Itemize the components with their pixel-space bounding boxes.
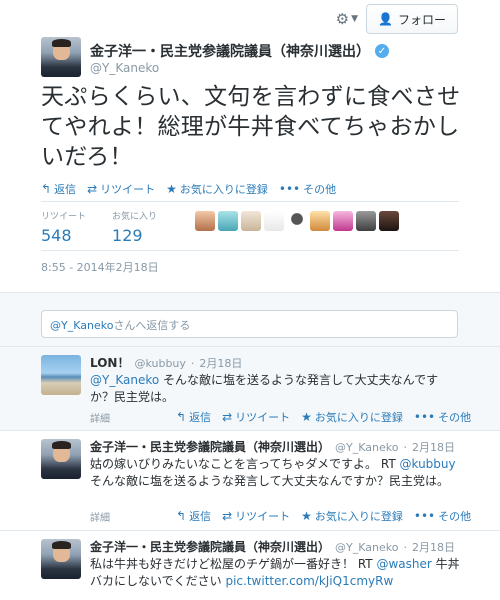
favoriter-avatar[interactable] [287,211,308,231]
reply-text: 私は牛丼も好きだけど松屋のチゲ鍋が一番好き！ RT @washer 牛丼バカにし… [90,557,460,588]
tweet-text: 天ぷらくらい、文句を言わずに食べさせてやれよ！総理が牛丼食べてちゃおかしいだろ！ [41,84,461,170]
reply-author-handle[interactable]: @Y_Kaneko [335,441,398,454]
author-name[interactable]: 金子洋一・民主党参議院議員（神奈川選出） [90,41,370,61]
reply-input-handle: @Y_Kaneko [50,319,114,332]
favorite-button[interactable]: ★ お気に入りに登録 [166,181,268,197]
reply-icon: ↰ [176,410,187,424]
favoriter-avatar[interactable] [241,211,262,231]
chevron-down-icon: ▼ [351,14,358,24]
author-handle[interactable]: @Y_Kaneko [90,61,159,75]
more-button[interactable]: ••• その他 [414,409,471,425]
mention-link[interactable]: @Y_Kaneko [90,373,159,387]
reply-icon: ↰ [41,182,52,196]
favorite-count[interactable]: お気に入り 129 [112,209,157,245]
tweet-timestamp[interactable]: 8:55 - 2014年2月18日 [41,259,159,275]
divider [41,201,459,202]
media-link[interactable]: pic.twitter.com/kJiQ1cmyRw [225,574,393,588]
author-avatar[interactable] [41,37,81,77]
star-icon: ★ [301,509,312,523]
follow-button[interactable]: 👤 フォロー [366,4,458,34]
retweet-icon: ⇄ [87,182,98,196]
favoriter-avatar[interactable] [264,211,285,231]
person-plus-icon: 👤 [378,12,393,26]
reply-actions: ↰ 返信 ⇄ リツイート ★ お気に入りに登録 ••• その他 [176,409,471,425]
list-item[interactable]: LON！ @kubbuy · 2月18日 @Y_Kaneko そんな敵に塩を送る… [0,347,500,431]
reply-time[interactable]: 2月18日 [199,355,242,371]
favoriter-avatar[interactable] [356,211,377,231]
retweet-icon: ⇄ [222,509,233,523]
follow-label: フォロー [397,12,446,27]
reply-button[interactable]: ↰ 返信 [176,409,211,425]
retweet-icon: ⇄ [222,410,233,424]
favoriter-avatar[interactable] [310,211,331,231]
retweet-button[interactable]: ⇄ リツイート [87,181,155,197]
reply-header: 金子洋一・民主党参議院議員（神奈川選出） @Y_Kaneko · 2月18日 [90,438,455,455]
reply-author-name[interactable]: LON！ [90,354,129,371]
tweet-stats: リツイート 548 お気に入り 129 [41,209,400,245]
reply-header: 金子洋一・民主党参議院議員（神奈川選出） @Y_Kaneko · 2月18日 [90,538,455,555]
divider [41,250,459,251]
star-icon: ★ [301,410,312,424]
favoriter-avatar[interactable] [333,211,354,231]
more-button[interactable]: ••• その他 [279,181,336,197]
mention-link[interactable]: @washer [376,557,431,571]
reply-button[interactable]: ↰ 返信 [176,508,211,524]
mention-link[interactable]: @kubbuy [399,457,455,471]
more-icon: ••• [413,410,436,424]
verified-badge-icon: ✓ [375,44,389,58]
favoriter-avatar[interactable] [195,211,216,231]
reply-avatar[interactable] [41,355,81,395]
reply-input-placeholder: さんへ返信する [113,319,191,332]
retweet-button[interactable]: ⇄ リツイート [222,409,290,425]
reply-author-handle[interactable]: @Y_Kaneko [335,541,398,554]
reply-avatar[interactable] [41,539,81,579]
reply-author-name[interactable]: 金子洋一・民主党参議院議員（神奈川選出） [90,538,330,555]
more-icon: ••• [278,182,301,196]
favoriter-avatar[interactable] [379,211,400,231]
details-link[interactable]: 詳細 [90,410,110,425]
favoriter-avatars [195,211,400,231]
reply-dot: · [403,441,407,454]
reply-actions: ↰ 返信 ⇄ リツイート ★ お気に入りに登録 ••• その他 [176,508,471,524]
more-button[interactable]: ••• その他 [414,508,471,524]
reply-time[interactable]: 2月18日 [412,539,455,555]
reply-author-handle[interactable]: @kubbuy [134,357,185,370]
reply-avatar[interactable] [41,439,81,479]
reply-area: @Y_Kanekoさんへ返信する [0,292,500,347]
reply-text: 姑の嫁いびりみたいなことを言ってちゃダメですよ。 RT @kubbuy そんな敵… [90,457,456,488]
list-item[interactable]: 金子洋一・民主党参議院議員（神奈川選出） @Y_Kaneko · 2月18日 私… [0,531,500,600]
reply-input[interactable]: @Y_Kanekoさんへ返信する [41,310,458,338]
gear-icon: ⚙ [335,10,350,28]
reply-button[interactable]: ↰ 返信 [41,181,76,197]
settings-dropdown[interactable]: ⚙ ▼ [336,10,358,28]
retweet-button[interactable]: ⇄ リツイート [222,508,290,524]
favorite-button[interactable]: ★ お気に入りに登録 [301,508,403,524]
more-icon: ••• [413,509,436,523]
list-item[interactable]: 金子洋一・民主党参議院議員（神奈川選出） @Y_Kaneko · 2月18日 姑… [0,431,500,531]
favorite-button[interactable]: ★ お気に入りに登録 [301,409,403,425]
reply-header: LON！ @kubbuy · 2月18日 [90,354,242,371]
details-link[interactable]: 詳細 [90,509,110,524]
star-icon: ★ [166,182,177,196]
reply-icon: ↰ [176,509,187,523]
reply-dot: · [403,541,407,554]
reply-text: @Y_Kaneko そんな敵に塩を送るような発言して大丈夫なんですか？民主党は。 [90,373,439,404]
tweet-actions: ↰ 返信 ⇄ リツイート ★ お気に入りに登録 ••• その他 [41,181,336,197]
reply-dot: · [190,357,195,370]
favoriter-avatar[interactable] [218,211,239,231]
author-name-row[interactable]: 金子洋一・民主党参議院議員（神奈川選出） ✓ [90,41,389,61]
main-tweet: ⚙ ▼ 👤 フォロー 金子洋一・民主党参議院議員（神奈川選出） ✓ @Y_Kan… [0,0,500,290]
reply-time[interactable]: 2月18日 [412,439,455,455]
retweet-count[interactable]: リツイート 548 [41,209,86,245]
reply-author-name[interactable]: 金子洋一・民主党参議院議員（神奈川選出） [90,438,330,455]
